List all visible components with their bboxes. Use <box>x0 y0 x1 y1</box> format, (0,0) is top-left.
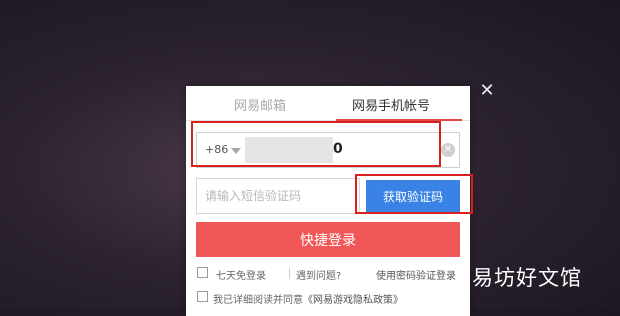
remember-checkbox[interactable] <box>197 267 208 278</box>
tab-netease-phone-account[interactable]: 网易手机帐号 <box>352 95 430 114</box>
tab-netease-mail[interactable]: 网易邮箱 <box>234 95 286 114</box>
watermark-text: 易坊好文馆 <box>472 266 582 290</box>
remember-label: 七天免登录 <box>216 271 266 282</box>
close-icon[interactable]: ✕ <box>478 82 496 100</box>
agreement-row: 我已详细阅读并同意《网易游戏隐私政策》 <box>196 290 460 306</box>
login-tabs: 网易邮箱 网易手机帐号 <box>186 86 470 121</box>
password-login-link[interactable]: 使用密码验证登录 <box>376 267 456 282</box>
quick-login-button[interactable]: 快捷登录 <box>196 222 460 257</box>
divider <box>289 268 290 279</box>
login-dialog: 网易邮箱 网易手机帐号 +86 0 ✕ 获取验证码 快捷登录 七天免登录 遇到问… <box>186 86 470 316</box>
active-tab-indicator <box>336 119 462 121</box>
help-link[interactable]: 遇到问题? <box>296 267 341 282</box>
sms-code-input[interactable] <box>196 178 360 214</box>
phone-number-field[interactable]: +86 0 ✕ <box>196 132 460 168</box>
get-verification-code-button[interactable]: 获取验证码 <box>366 180 460 212</box>
agreement-checkbox[interactable] <box>197 291 208 302</box>
phone-number-redacted <box>245 137 333 163</box>
clear-input-icon[interactable]: ✕ <box>441 143 455 157</box>
country-code-select[interactable]: +86 <box>205 143 228 156</box>
chevron-down-icon[interactable] <box>231 148 241 154</box>
agreement-label: 我已详细阅读并同意《网易游戏隐私政策》 <box>213 291 403 306</box>
login-options-row: 七天免登录 遇到问题? 使用密码验证登录 <box>196 266 460 282</box>
agreement-prefix: 我已详细阅读并同意 <box>213 295 303 306</box>
privacy-policy-link[interactable]: 《网易游戏隐私政策》 <box>303 295 403 306</box>
phone-number-value: 0 <box>333 141 343 157</box>
